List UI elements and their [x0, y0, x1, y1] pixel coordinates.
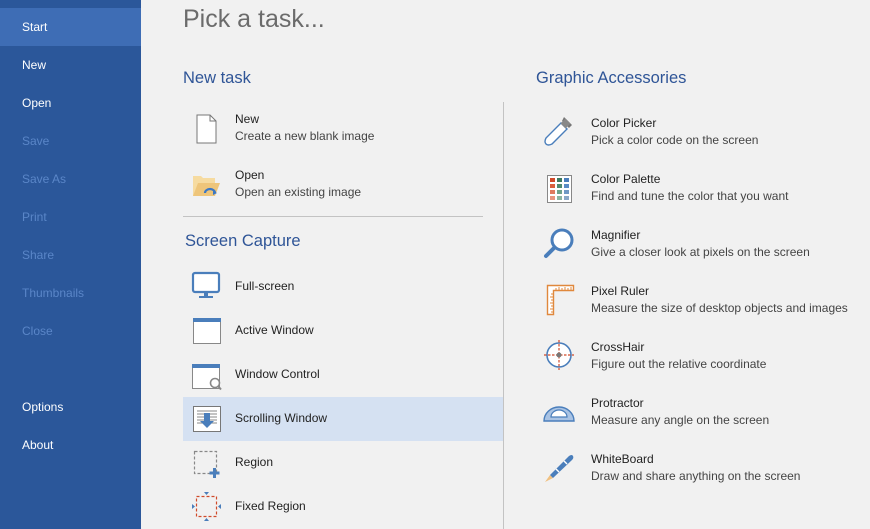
task-scrolling-window[interactable]: Scrolling Window	[183, 397, 503, 441]
task-name: CrossHair	[591, 340, 645, 354]
task-crosshair[interactable]: CrossHair Figure out the relative coordi…	[536, 333, 866, 383]
page-title: Pick a task...	[183, 5, 325, 33]
task-fixed-region[interactable]: Fixed Region	[183, 485, 503, 529]
protractor-icon	[542, 394, 576, 428]
task-name: Full-screen	[235, 279, 295, 293]
sidebar-item-new[interactable]: New	[0, 46, 141, 84]
sidebar-item-save-as[interactable]: Save As	[0, 160, 141, 198]
task-name: Open	[235, 168, 265, 182]
task-description: Measure any angle on the screen	[591, 413, 770, 427]
task-name: New	[235, 112, 260, 126]
scrolling-window-icon	[189, 401, 223, 435]
task-description: Figure out the relative coordinate	[591, 357, 767, 371]
task-color-palette[interactable]: Color Palette Find and tune the color th…	[536, 165, 866, 215]
blank-document-icon	[189, 112, 223, 146]
task-color-picker[interactable]: Color Picker Pick a color code on the sc…	[536, 109, 866, 159]
task-description: Draw and share anything on the screen	[591, 469, 801, 483]
task-protractor[interactable]: Protractor Measure any angle on the scre…	[536, 389, 866, 439]
pen-icon	[542, 450, 576, 484]
task-open[interactable]: Open Open an existing image	[183, 162, 483, 212]
task-description: Measure the size of desktop objects and …	[591, 301, 848, 315]
task-description: Create a new blank image	[235, 129, 375, 143]
open-folder-icon	[189, 168, 223, 202]
sidebar-item-about[interactable]: About	[0, 426, 141, 464]
task-name: Scrolling Window	[235, 411, 328, 425]
sidebar-item-close[interactable]: Close	[0, 312, 141, 350]
task-name: Magnifier	[591, 228, 641, 242]
task-description: Pick a color code on the screen	[591, 133, 759, 147]
task-pixel-ruler[interactable]: Pixel Ruler Measure the size of desktop …	[536, 277, 866, 327]
new-task-heading: New task	[183, 69, 251, 87]
sidebar-item-thumbnails[interactable]: Thumbnails	[0, 274, 141, 312]
task-name: Protractor	[591, 396, 644, 410]
sidebar-item-print[interactable]: Print	[0, 198, 141, 236]
sidebar: Start New Open Save Save As Print Share …	[0, 0, 141, 529]
task-name: Color Picker	[591, 116, 657, 130]
task-description: Open an existing image	[235, 185, 362, 199]
graphic-accessories-heading: Graphic Accessories	[536, 69, 687, 87]
task-name: Fixed Region	[235, 499, 306, 513]
task-name: WhiteBoard	[591, 452, 654, 466]
section-divider	[183, 216, 483, 217]
screen-capture-heading: Screen Capture	[185, 232, 301, 250]
sidebar-item-open[interactable]: Open	[0, 84, 141, 122]
sidebar-item-start[interactable]: Start	[0, 8, 141, 46]
window-icon	[189, 313, 223, 347]
sidebar-item-save[interactable]: Save	[0, 122, 141, 160]
task-name: Region	[235, 455, 274, 469]
task-whiteboard[interactable]: WhiteBoard Draw and share anything on th…	[536, 445, 866, 495]
task-name: Active Window	[235, 323, 314, 337]
window-magnifier-icon	[189, 357, 223, 391]
task-description: Give a closer look at pixels on the scre…	[591, 245, 810, 259]
color-palette-icon	[542, 170, 576, 204]
region-icon	[189, 445, 223, 479]
sidebar-item-share[interactable]: Share	[0, 236, 141, 274]
magnifier-icon	[542, 226, 576, 260]
task-name: Window Control	[235, 367, 320, 381]
task-description: Find and tune the color that you want	[591, 189, 789, 203]
task-active-window[interactable]: Active Window	[183, 309, 503, 353]
task-window-control[interactable]: Window Control	[183, 353, 503, 397]
column-divider	[503, 102, 504, 529]
fixed-region-icon	[189, 489, 223, 523]
ruler-icon	[542, 282, 576, 316]
crosshair-icon	[542, 338, 576, 372]
task-new[interactable]: New Create a new blank image	[183, 106, 483, 156]
task-magnifier[interactable]: Magnifier Give a closer look at pixels o…	[536, 221, 866, 271]
task-region[interactable]: Region	[183, 441, 503, 485]
task-name: Pixel Ruler	[591, 284, 650, 298]
eyedropper-icon	[542, 114, 576, 148]
monitor-icon	[189, 269, 223, 303]
sidebar-item-options[interactable]: Options	[0, 388, 141, 426]
task-name: Color Palette	[591, 172, 661, 186]
task-full-screen[interactable]: Full-screen	[183, 265, 503, 309]
